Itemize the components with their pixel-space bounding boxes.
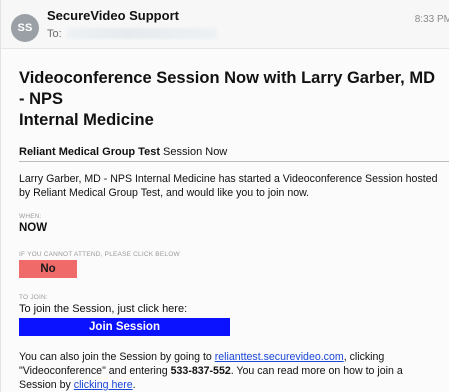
- email-title-block: Videoconference Session Now with Larry G…: [19, 68, 449, 131]
- intro-line1: Larry Garber, MD - NPS Internal Medicine…: [19, 173, 438, 185]
- footer-text-1: You can also join the Session by going t…: [19, 351, 215, 363]
- cannot-attend-label: IF YOU CANNOT ATTEND, PLEASE CLICK BELOW: [19, 251, 180, 258]
- to-join-label: TO JOIN:: [19, 294, 48, 301]
- to-label: To:: [47, 28, 62, 40]
- when-value: NOW: [19, 222, 48, 234]
- session-code: 533-837-552: [170, 365, 231, 377]
- join-session-button[interactable]: Join Session: [19, 318, 230, 336]
- footer-text-6: .: [132, 379, 136, 391]
- intro-paragraph: Larry Garber, MD - NPS Internal Medicine…: [19, 172, 449, 200]
- footer-text-4: . You can read more on how to join a: [230, 365, 403, 377]
- email-title-line1: Videoconference Session Now with Larry G…: [19, 69, 435, 108]
- when-label: WHEN:: [19, 213, 42, 220]
- email-view: SS SecureVideo Support To: 8:33 PM Video…: [0, 0, 449, 392]
- footer-text-3: "Videoconference" and entering: [19, 365, 171, 377]
- email-title-line2: Internal Medicine: [19, 111, 154, 129]
- footer-text-2: , clicking: [343, 351, 385, 363]
- sender-avatar: SS: [11, 14, 39, 42]
- email-title: Videoconference Session Now with Larry G…: [19, 68, 439, 131]
- help-link[interactable]: clicking here: [74, 379, 133, 391]
- email-header: SS SecureVideo Support To: 8:33 PM: [1, 0, 449, 49]
- intro-line2: by Reliant Medical Group Test, and would…: [19, 187, 310, 199]
- footer-text-5: Session by: [19, 379, 74, 391]
- organization-name: Reliant Medical Group Test: [19, 146, 160, 158]
- recipient-redacted: [67, 28, 217, 39]
- decline-button[interactable]: No: [19, 260, 77, 278]
- sender-name[interactable]: SecureVideo Support: [47, 8, 179, 23]
- sent-time: 8:33 PM: [414, 14, 449, 25]
- section-suffix: Session Now: [160, 146, 228, 158]
- join-instruction: To join the Session, just click here:: [19, 303, 188, 315]
- footer-paragraph: You can also join the Session by going t…: [19, 350, 449, 392]
- session-section-header: Reliant Medical Group Test Session Now: [19, 146, 449, 162]
- site-link[interactable]: relianttest.securevideo.com: [215, 351, 344, 363]
